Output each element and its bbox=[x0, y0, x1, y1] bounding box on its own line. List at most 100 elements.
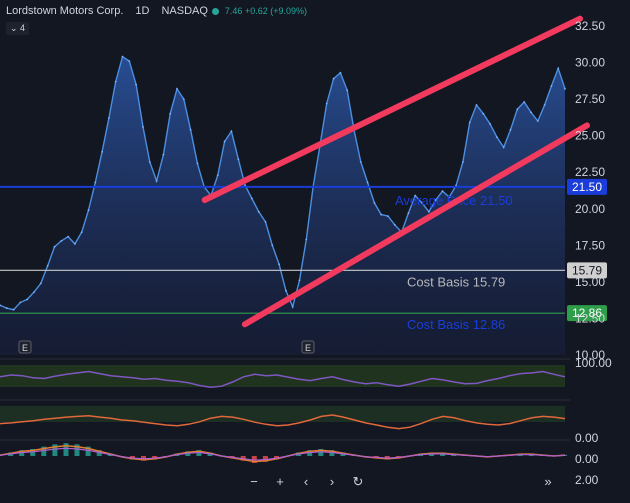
price-point bbox=[502, 146, 505, 149]
y-tick-label: 27.50 bbox=[575, 92, 605, 106]
y-tick-label: 32.50 bbox=[575, 19, 605, 33]
market-open-icon bbox=[211, 7, 219, 15]
symbol-name[interactable]: Lordstown Motors Corp. bbox=[6, 5, 123, 17]
price-point bbox=[530, 111, 532, 114]
price-point bbox=[325, 102, 328, 105]
price-point bbox=[482, 112, 485, 115]
y-tick-label: 20.00 bbox=[575, 202, 605, 216]
price-point bbox=[332, 77, 335, 80]
level-tag-text: 21.50 bbox=[572, 180, 602, 194]
price-point bbox=[475, 104, 478, 106]
price-point bbox=[271, 244, 274, 247]
level-label: Cost Basis 12.86 bbox=[407, 317, 505, 332]
price-point bbox=[387, 215, 389, 218]
price-point bbox=[169, 112, 172, 115]
price-point bbox=[162, 153, 165, 156]
y-tick-label: 12.50 bbox=[575, 311, 605, 325]
price-point bbox=[155, 180, 158, 182]
price-point bbox=[135, 83, 138, 86]
price-point bbox=[407, 212, 410, 215]
price-point bbox=[496, 136, 498, 139]
indicator-scale-label: 0.00 bbox=[575, 431, 599, 445]
price-point bbox=[5, 307, 8, 310]
y-tick-label: 30.00 bbox=[575, 56, 605, 70]
price-point bbox=[12, 308, 15, 311]
price-point bbox=[189, 128, 192, 131]
chart-toolbar: − + ‹ › ↻ bbox=[244, 472, 368, 492]
price-point bbox=[80, 231, 83, 234]
macd-line bbox=[0, 444, 566, 463]
price-point bbox=[230, 130, 233, 133]
price-point bbox=[101, 150, 103, 153]
price-point bbox=[216, 174, 219, 177]
indicator-scale-label: 0.00 bbox=[575, 452, 599, 466]
quote-change: 7.46 +0.62 (+9.09%) bbox=[224, 6, 307, 16]
price-point bbox=[176, 88, 178, 90]
price-point bbox=[557, 67, 560, 70]
price-point bbox=[121, 55, 124, 58]
price-point bbox=[148, 161, 151, 163]
price-point bbox=[278, 263, 280, 266]
price-point bbox=[60, 240, 63, 242]
price-point bbox=[196, 162, 199, 165]
price-point bbox=[298, 279, 301, 282]
price-point bbox=[523, 101, 526, 103]
macd-signal-line bbox=[0, 447, 566, 461]
price-point bbox=[462, 161, 464, 163]
price-point bbox=[182, 98, 185, 100]
price-point bbox=[108, 117, 110, 119]
price-point bbox=[257, 210, 260, 213]
chart-stage: Average Price 21.5021.50Cost Basis 15.79… bbox=[0, 0, 630, 503]
price-point bbox=[536, 120, 539, 122]
price-point bbox=[74, 243, 76, 245]
indicator-scale-label: 2.00 bbox=[575, 473, 599, 487]
price-point bbox=[128, 60, 131, 62]
price-chart[interactable]: Average Price 21.5021.50Cost Basis 15.79… bbox=[0, 0, 630, 503]
price-point bbox=[468, 121, 471, 124]
y-tick-label: 25.00 bbox=[575, 129, 605, 143]
price-point bbox=[251, 197, 253, 200]
price-point bbox=[223, 140, 226, 143]
y-tick-label: 17.50 bbox=[575, 238, 605, 252]
zoom-in-button[interactable]: + bbox=[270, 472, 290, 492]
scroll-right-button[interactable]: › bbox=[322, 472, 342, 492]
price-point bbox=[53, 245, 56, 248]
price-point bbox=[237, 158, 240, 161]
scroll-left-button[interactable]: ‹ bbox=[296, 472, 316, 492]
price-point bbox=[346, 89, 349, 92]
price-point bbox=[33, 291, 35, 293]
price-point bbox=[94, 181, 97, 184]
price-point bbox=[264, 221, 267, 223]
price-point bbox=[87, 209, 90, 212]
price-point bbox=[516, 108, 519, 111]
price-point bbox=[39, 282, 42, 285]
event-marker-label: E bbox=[22, 343, 28, 353]
price-point bbox=[366, 181, 369, 184]
price-point bbox=[285, 289, 287, 292]
price-point bbox=[339, 71, 342, 74]
event-marker-label: E bbox=[305, 343, 311, 353]
price-point bbox=[142, 126, 144, 128]
indicator-band bbox=[0, 406, 565, 422]
zoom-out-button[interactable]: − bbox=[244, 472, 264, 492]
price-point bbox=[46, 264, 49, 267]
scroll-to-end-button[interactable]: » bbox=[538, 472, 558, 492]
price-point bbox=[380, 213, 383, 216]
price-point bbox=[428, 210, 430, 213]
price-point bbox=[26, 298, 29, 301]
price-point bbox=[509, 128, 512, 131]
interval[interactable]: 1D bbox=[135, 5, 149, 17]
reset-chart-button[interactable]: ↻ bbox=[348, 472, 368, 492]
price-point bbox=[564, 88, 566, 90]
price-point bbox=[114, 80, 117, 83]
chart-header: Lordstown Motors Corp. 1D NASDAQ 7.46 +0.62… bbox=[6, 5, 307, 17]
indicator-toggle[interactable]: ⌄ 4 bbox=[6, 22, 30, 35]
price-point bbox=[543, 104, 546, 106]
price-point bbox=[550, 85, 553, 87]
price-point bbox=[67, 235, 69, 238]
price-point bbox=[19, 301, 22, 304]
y-tick-label: 15.00 bbox=[575, 275, 605, 289]
price-point bbox=[393, 224, 396, 226]
price-point bbox=[441, 190, 444, 193]
exchange: NASDAQ bbox=[161, 5, 208, 17]
